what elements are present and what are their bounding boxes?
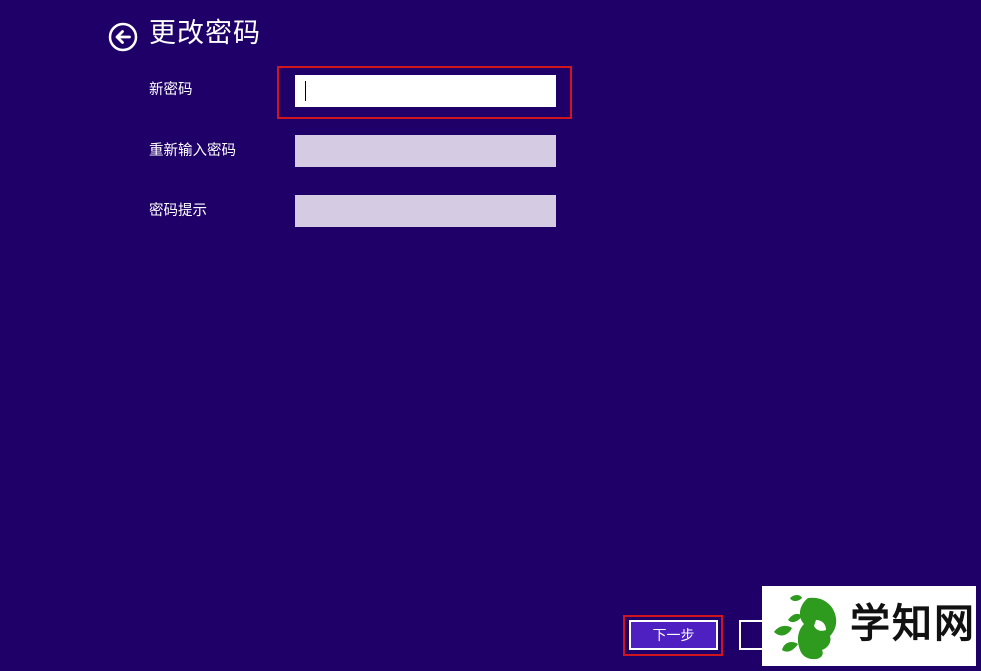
- password-hint-label: 密码提示: [149, 203, 207, 219]
- confirm-password-input[interactable]: [295, 135, 556, 167]
- text-caret: [305, 81, 306, 101]
- watermark: 学知网: [762, 586, 976, 666]
- back-button[interactable]: [108, 22, 138, 52]
- new-password-label: 新密码: [149, 82, 193, 98]
- password-hint-input[interactable]: [295, 195, 556, 227]
- confirm-password-label: 重新输入密码: [149, 143, 236, 159]
- watermark-text: 学知网: [850, 601, 976, 647]
- leaf-head-logo-icon: [774, 595, 837, 660]
- page-title: 更改密码: [149, 18, 261, 49]
- back-arrow-icon: [108, 22, 138, 52]
- new-password-input[interactable]: [295, 75, 556, 107]
- next-button[interactable]: 下一步: [629, 620, 718, 650]
